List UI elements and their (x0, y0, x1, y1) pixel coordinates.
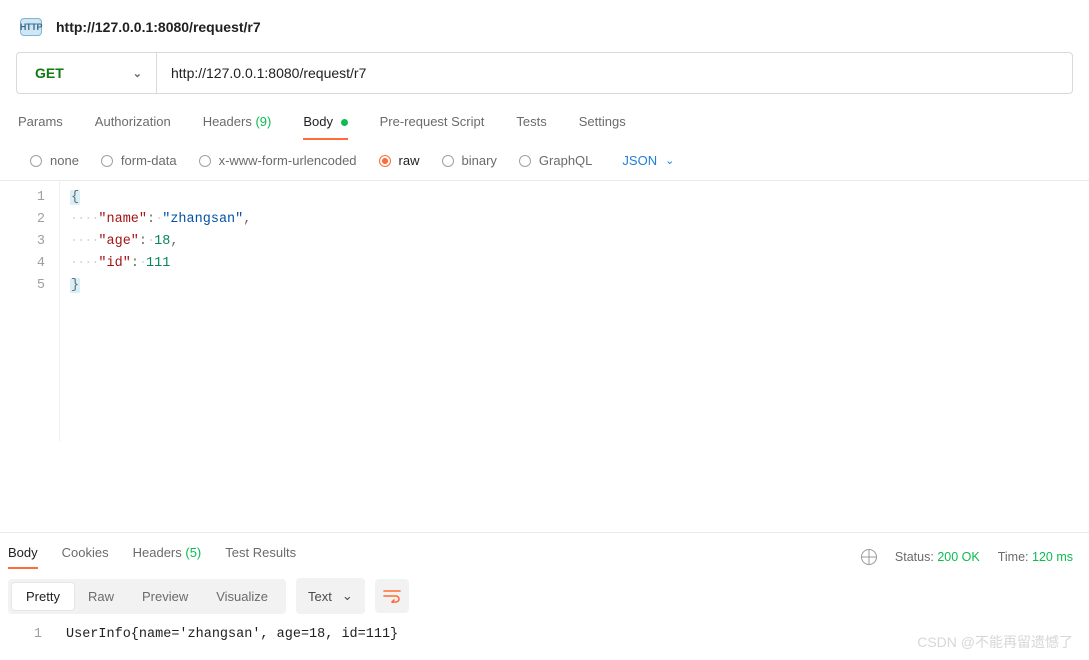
line-number: 4 (0, 253, 45, 275)
wrap-icon (383, 589, 401, 603)
chevron-down-icon: ⌄ (342, 588, 353, 604)
globe-icon[interactable] (861, 549, 877, 565)
request-row: GET ⌄ (16, 52, 1073, 94)
line-number: 5 (0, 275, 45, 297)
resp-view-visualize[interactable]: Visualize (202, 583, 282, 610)
tab-headers[interactable]: Headers (9) (203, 114, 272, 139)
radio-icon (519, 155, 531, 167)
status-block: Status: 200 OK (895, 550, 980, 564)
http-method-value: GET (35, 65, 64, 81)
response-format-select[interactable]: Text ⌄ (296, 578, 365, 614)
request-body-editor[interactable]: 1 2 3 4 5 { ····"name":·"zhangsan", ····… (0, 181, 1089, 441)
radio-icon (442, 155, 454, 167)
tab-body-label: Body (303, 114, 333, 129)
http-icon: HTTP (20, 18, 42, 36)
tab-params[interactable]: Params (18, 114, 63, 139)
raw-language-value: JSON (622, 153, 657, 168)
resp-view-pretty[interactable]: Pretty (12, 583, 74, 610)
line-number: 2 (0, 209, 45, 231)
code-line: { (70, 187, 1089, 209)
page-title: http://127.0.0.1:8080/request/r7 (56, 19, 261, 35)
resp-tab-cookies[interactable]: Cookies (62, 545, 109, 568)
response-format-value: Text (308, 589, 332, 604)
body-type-raw-label: raw (399, 153, 420, 168)
response-content: UserInfo{name='zhangsan', age=18, id=111… (56, 624, 1089, 646)
resp-tab-body[interactable]: Body (8, 545, 38, 568)
chevron-down-icon: ⌄ (665, 154, 674, 167)
code-line: UserInfo{name='zhangsan', age=18, id=111… (66, 624, 1089, 646)
body-type-binary[interactable]: binary (442, 153, 497, 168)
response-header-row: Body Cookies Headers (5) Test Results St… (0, 533, 1089, 568)
response-tabs: Body Cookies Headers (5) Test Results (8, 545, 296, 568)
line-number: 1 (0, 187, 45, 209)
resp-tab-headers[interactable]: Headers (5) (133, 545, 202, 568)
radio-icon (101, 155, 113, 167)
body-type-graphql-label: GraphQL (539, 153, 592, 168)
radio-icon (30, 155, 42, 167)
code-line: ····"age":·18, (70, 231, 1089, 253)
status-value: 200 OK (937, 550, 979, 564)
resp-tab-test-results[interactable]: Test Results (225, 545, 296, 568)
tab-headers-count: (9) (255, 114, 271, 129)
body-type-binary-label: binary (462, 153, 497, 168)
time-block: Time: 120 ms (998, 550, 1073, 564)
url-input[interactable] (157, 53, 1072, 93)
response-view-segment: Pretty Raw Preview Visualize (8, 579, 286, 614)
tab-body[interactable]: Body (303, 114, 347, 139)
http-method-select[interactable]: GET ⌄ (17, 53, 157, 93)
resp-tab-headers-count: (5) (185, 545, 201, 560)
code-line: ····"name":·"zhangsan", (70, 209, 1089, 231)
code-line: ····"id":·111 (70, 253, 1089, 275)
title-bar: HTTP http://127.0.0.1:8080/request/r7 (0, 0, 1089, 48)
time-label: Time: (998, 550, 1029, 564)
response-toolbar: Pretty Raw Preview Visualize Text ⌄ (0, 568, 1089, 624)
radio-icon (379, 155, 391, 167)
request-tabs: Params Authorization Headers (9) Body Pr… (0, 94, 1089, 139)
line-number: 3 (0, 231, 45, 253)
body-type-none-label: none (50, 153, 79, 168)
wrap-lines-button[interactable] (375, 579, 409, 613)
body-type-form-data-label: form-data (121, 153, 177, 168)
body-type-form-data[interactable]: form-data (101, 153, 177, 168)
response-gutter: 1 (0, 624, 56, 646)
body-type-xwww[interactable]: x-www-form-urlencoded (199, 153, 357, 168)
raw-language-select[interactable]: JSON ⌄ (622, 153, 674, 168)
tab-settings[interactable]: Settings (579, 114, 626, 139)
editor-content[interactable]: { ····"name":·"zhangsan", ····"age":·18,… (60, 181, 1089, 441)
chevron-down-icon: ⌄ (133, 67, 142, 80)
response-panel: Body Cookies Headers (5) Test Results St… (0, 532, 1089, 660)
body-type-xwww-label: x-www-form-urlencoded (219, 153, 357, 168)
radio-icon (199, 155, 211, 167)
editor-gutter: 1 2 3 4 5 (0, 181, 60, 441)
resp-tab-headers-label: Headers (133, 545, 182, 560)
response-body-viewer[interactable]: 1 UserInfo{name='zhangsan', age=18, id=1… (0, 624, 1089, 660)
resp-view-preview[interactable]: Preview (128, 583, 202, 610)
response-status: Status: 200 OK Time: 120 ms (861, 549, 1073, 565)
body-type-graphql[interactable]: GraphQL (519, 153, 592, 168)
resp-view-raw[interactable]: Raw (74, 583, 128, 610)
tab-prerequest[interactable]: Pre-request Script (380, 114, 485, 139)
time-value: 120 ms (1032, 550, 1073, 564)
line-number: 1 (0, 624, 42, 646)
body-type-row: none form-data x-www-form-urlencoded raw… (0, 139, 1089, 181)
code-line: } (70, 275, 1089, 297)
status-label: Status: (895, 550, 934, 564)
tab-tests[interactable]: Tests (516, 114, 546, 139)
body-type-raw[interactable]: raw (379, 153, 420, 168)
tab-authorization[interactable]: Authorization (95, 114, 171, 139)
body-type-none[interactable]: none (30, 153, 79, 168)
tab-headers-label: Headers (203, 114, 252, 129)
body-indicator-dot (341, 119, 348, 126)
